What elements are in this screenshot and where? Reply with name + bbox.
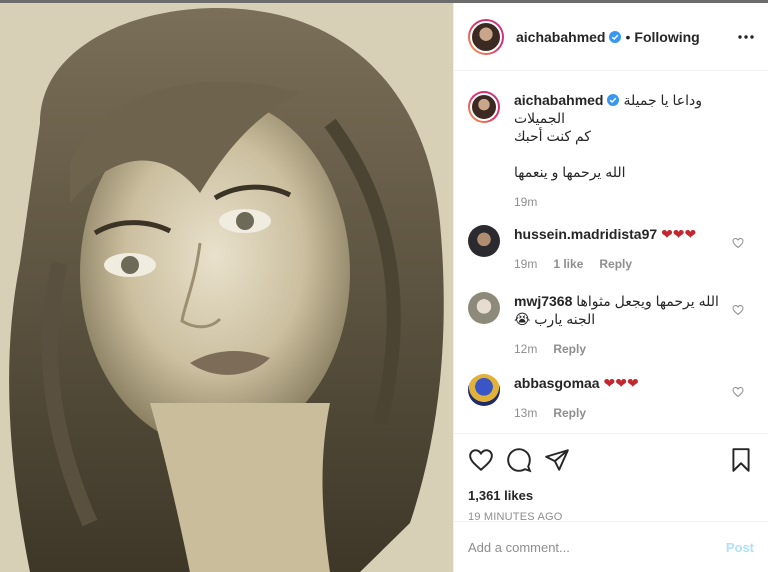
caption-line: الجميلات bbox=[514, 110, 566, 126]
verified-badge-icon bbox=[607, 94, 620, 106]
commenter-avatar[interactable] bbox=[468, 374, 500, 406]
like-comment-heart-icon[interactable] bbox=[732, 386, 744, 398]
verified-badge-icon bbox=[609, 30, 622, 43]
comment-input[interactable] bbox=[468, 539, 726, 555]
post-actions: 1,361 likes 19 MINUTES AGO bbox=[454, 433, 768, 523]
add-comment-bar: Post bbox=[454, 521, 768, 572]
separator-dot: • bbox=[625, 28, 631, 45]
reply-button[interactable]: Reply bbox=[553, 340, 586, 358]
like-comment-heart-icon[interactable] bbox=[732, 304, 744, 316]
post-modal: aichabahmed • Following aichabahmed وداع… bbox=[0, 3, 768, 572]
share-paper-plane-icon[interactable] bbox=[544, 447, 570, 473]
caption-line: الله يرحمها و ينعمها bbox=[514, 164, 626, 180]
post-header: aichabahmed • Following bbox=[454, 3, 768, 71]
comment-time[interactable]: 12m bbox=[514, 340, 537, 358]
like-comment-heart-icon[interactable] bbox=[732, 237, 744, 249]
comment-text: ❤❤❤ bbox=[603, 375, 639, 391]
post-caption: aichabahmed وداعا يا جميلة الجميلات كم ك… bbox=[468, 91, 758, 209]
commenter-username[interactable]: hussein.madridista97 bbox=[514, 226, 657, 242]
comment-likes[interactable]: 1 like bbox=[553, 255, 583, 273]
caption-avatar[interactable] bbox=[468, 91, 500, 123]
caption-line bbox=[514, 145, 754, 163]
post-photo[interactable] bbox=[0, 3, 453, 572]
comment-bubble-icon[interactable] bbox=[506, 447, 532, 473]
commenter-avatar[interactable] bbox=[468, 292, 500, 324]
commenter-username[interactable]: abbasgomaa bbox=[514, 375, 600, 391]
comment-item: abbasgomaa ❤❤❤ 13m Reply bbox=[468, 374, 758, 422]
comment-item: hussein.madridista97 ❤❤❤ 19m 1 like Repl… bbox=[468, 225, 758, 273]
author-username[interactable]: aichabahmed bbox=[516, 29, 605, 45]
more-options-icon[interactable] bbox=[736, 27, 756, 47]
comment-text: ❤❤❤ bbox=[661, 226, 697, 242]
like-heart-icon[interactable] bbox=[468, 447, 494, 473]
post-comment-button[interactable]: Post bbox=[726, 540, 754, 555]
caption-line: كم كنت أحبك bbox=[514, 128, 591, 144]
caption-line: وداعا يا جميلة bbox=[623, 92, 703, 108]
save-bookmark-icon[interactable] bbox=[728, 447, 754, 473]
caption-username[interactable]: aichabahmed bbox=[514, 91, 603, 109]
commenter-avatar[interactable] bbox=[468, 225, 500, 257]
comment-time[interactable]: 13m bbox=[514, 404, 537, 422]
reply-button[interactable]: Reply bbox=[599, 255, 632, 273]
author-avatar[interactable] bbox=[468, 18, 504, 55]
following-button[interactable]: Following bbox=[634, 29, 699, 45]
commenter-username[interactable]: mwj7368 bbox=[514, 293, 572, 309]
portrait-image bbox=[0, 3, 453, 572]
caption-first-line: aichabahmed وداعا يا جميلة bbox=[514, 91, 754, 109]
comment-time[interactable]: 19m bbox=[514, 255, 537, 273]
likes-count[interactable]: 1,361 likes bbox=[468, 488, 754, 503]
reply-button[interactable]: Reply bbox=[553, 404, 586, 422]
comment-item: mwj7368 الله يرحمها ويجعل مثواها الجنه ي… bbox=[468, 292, 758, 358]
post-side-panel: aichabahmed • Following aichabahmed وداع… bbox=[454, 3, 768, 572]
caption-time[interactable]: 19m bbox=[514, 195, 754, 209]
